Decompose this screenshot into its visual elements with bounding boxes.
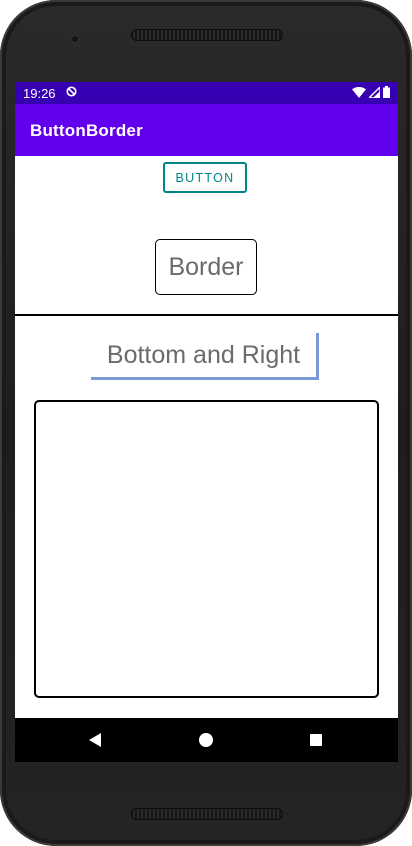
- back-icon[interactable]: [89, 733, 101, 747]
- status-bar: 19:26: [15, 82, 398, 104]
- top-speaker-grille: [131, 29, 283, 41]
- device-screen: 19:26 ButtonBorder BUTTON Border Bottom …: [15, 82, 398, 762]
- wifi-icon: [352, 86, 366, 98]
- outlined-button[interactable]: BUTTON: [163, 162, 247, 193]
- border-button[interactable]: Border: [155, 239, 257, 295]
- recents-icon[interactable]: [310, 734, 322, 746]
- battery-icon: [383, 86, 390, 98]
- device-frame: 19:26 ButtonBorder BUTTON Border Bottom …: [0, 0, 412, 846]
- home-icon[interactable]: [199, 733, 213, 747]
- horizontal-divider: [15, 314, 398, 316]
- front-camera: [70, 34, 80, 44]
- bottom-speaker-grille: [131, 808, 283, 820]
- main-content: BUTTON Border Bottom and Right: [15, 156, 398, 718]
- navigation-bar: [15, 718, 398, 762]
- app-bar: ButtonBorder: [15, 104, 398, 156]
- status-icons: [352, 86, 390, 98]
- bordered-box: [34, 400, 379, 698]
- cellular-signal-icon: [369, 86, 380, 98]
- app-title: ButtonBorder: [30, 121, 143, 140]
- status-time: 19:26: [23, 86, 56, 101]
- sync-icon: [66, 86, 77, 97]
- bottom-right-border-button[interactable]: Bottom and Right: [91, 333, 319, 380]
